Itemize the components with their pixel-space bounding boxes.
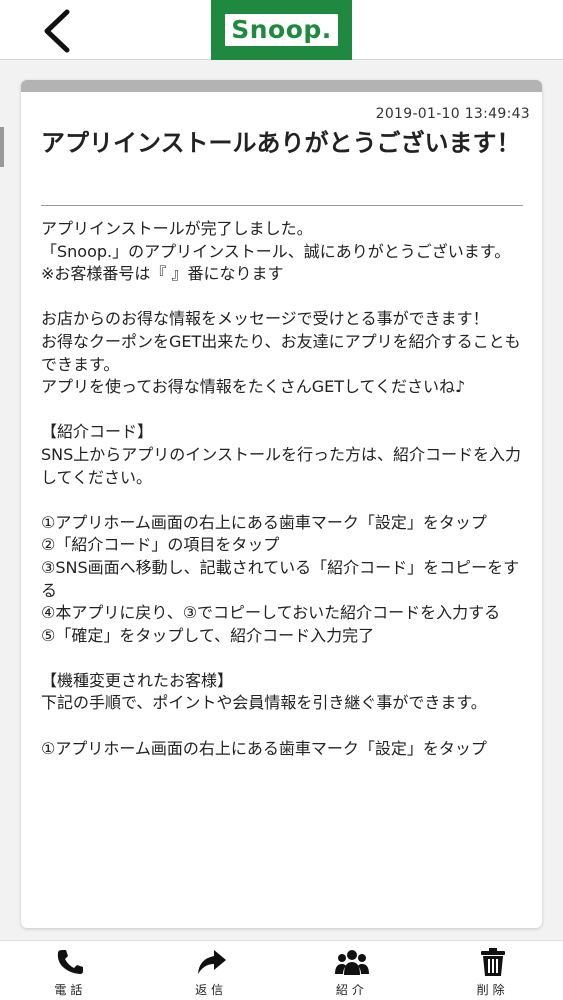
app-header: Snoop. bbox=[0, 0, 563, 60]
reply-icon bbox=[198, 950, 227, 974]
trash-icon bbox=[480, 948, 505, 976]
logo-text: Snoop. bbox=[225, 14, 338, 46]
tab-phone-label: 電話 bbox=[54, 983, 87, 997]
users-icon bbox=[334, 950, 369, 975]
message-timestamp: 2019-01-10 13:49:43 bbox=[375, 106, 530, 122]
title-divider bbox=[41, 205, 523, 206]
tab-delete[interactable]: 削除 bbox=[422, 941, 563, 1000]
brand-logo: Snoop. bbox=[211, 0, 352, 60]
scroll-indicator bbox=[0, 127, 4, 167]
message-card: 2019-01-10 13:49:43 アプリインストールありがとうございます！… bbox=[21, 80, 542, 928]
tab-referral-label: 紹介 bbox=[335, 983, 368, 997]
phone-icon bbox=[58, 950, 84, 974]
tab-phone[interactable]: 電話 bbox=[0, 941, 141, 1000]
tab-delete-label: 削除 bbox=[476, 983, 509, 997]
bottom-tab-bar: 電話 返信 紹介 削除 bbox=[0, 940, 563, 1000]
tab-reply[interactable]: 返信 bbox=[141, 941, 282, 1000]
card-top-bar bbox=[21, 80, 542, 92]
back-button[interactable] bbox=[28, 6, 84, 56]
message-title: アプリインストールありがとうございます！ bbox=[41, 129, 521, 157]
message-body: アプリインストールが完了しました。 「Snoop.」のアプリインストール、誠にあ… bbox=[41, 219, 521, 758]
chevron-left-icon bbox=[44, 9, 70, 53]
tab-reply-label: 返信 bbox=[195, 983, 228, 997]
tab-referral[interactable]: 紹介 bbox=[282, 941, 423, 1000]
